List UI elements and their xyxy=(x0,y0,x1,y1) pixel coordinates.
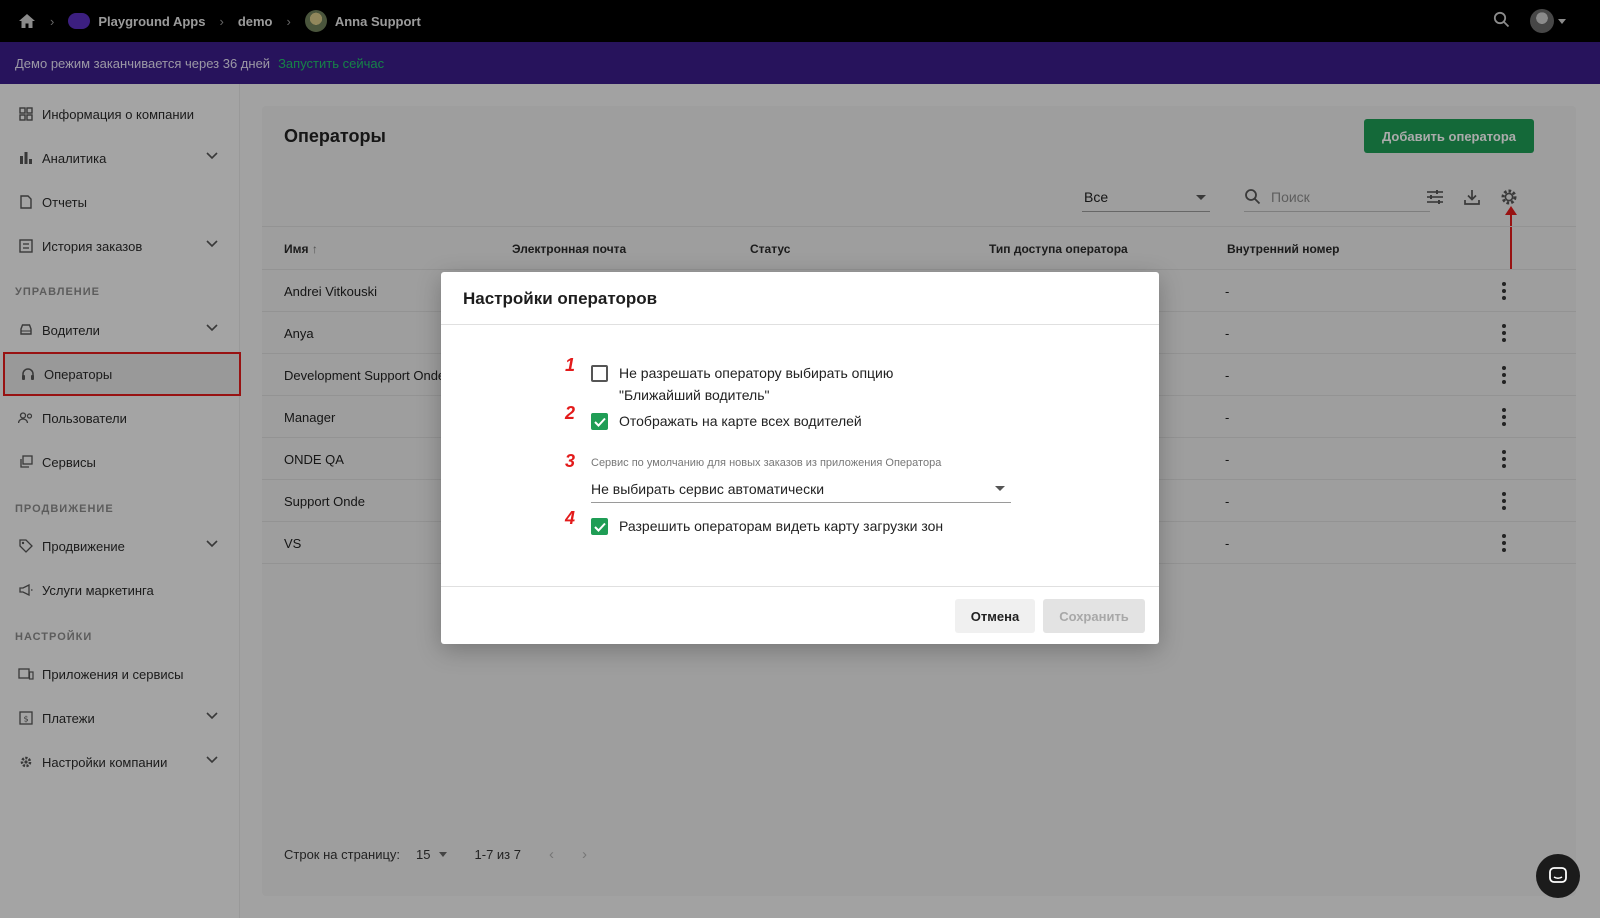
save-button[interactable]: Сохранить xyxy=(1043,599,1145,633)
option-show-all-drivers[interactable]: 2 Отображать на карте всех водителей xyxy=(565,403,862,432)
divider xyxy=(441,586,1159,587)
annotation-number: 1 xyxy=(565,355,576,375)
dialog-title: Настройки операторов xyxy=(463,289,658,308)
select-value: Не выбирать сервис автоматически xyxy=(591,480,825,497)
check-icon xyxy=(593,417,606,427)
checkbox-unchecked[interactable] xyxy=(591,365,608,382)
checkbox-checked[interactable] xyxy=(591,413,608,430)
annotation-number: 3 xyxy=(565,451,576,471)
option-label: Не разрешать оператору выбирать опцию "Б… xyxy=(619,365,894,403)
divider xyxy=(441,324,1159,325)
cancel-button[interactable]: Отмена xyxy=(955,599,1035,633)
checkbox-checked[interactable] xyxy=(591,518,608,535)
check-icon xyxy=(593,522,606,532)
option-label: Разрешить операторам видеть карту загруз… xyxy=(619,518,944,534)
default-service-select[interactable]: 3 Сервис по умолчанию для новых заказов … xyxy=(565,451,1011,503)
option-zone-load-map[interactable]: 4 Разрешить операторам видеть карту загр… xyxy=(565,508,944,537)
option-label: Отображать на карте всех водителей xyxy=(619,413,862,429)
default-service-dropdown[interactable]: Не выбирать сервис автоматически xyxy=(591,475,1011,503)
option-restrict-nearest-driver[interactable]: 1 Не разрешать оператору выбирать опцию … xyxy=(565,355,894,406)
caret-down-icon xyxy=(995,486,1005,491)
chat-icon xyxy=(1549,867,1567,883)
operator-settings-dialog: Настройки операторов 1 Не разрешать опер… xyxy=(441,272,1159,644)
annotation-number: 4 xyxy=(565,508,576,528)
chat-launcher-button[interactable] xyxy=(1536,854,1580,898)
select-label: Сервис по умолчанию для новых заказов из… xyxy=(591,457,942,469)
annotation-number: 2 xyxy=(565,403,576,423)
